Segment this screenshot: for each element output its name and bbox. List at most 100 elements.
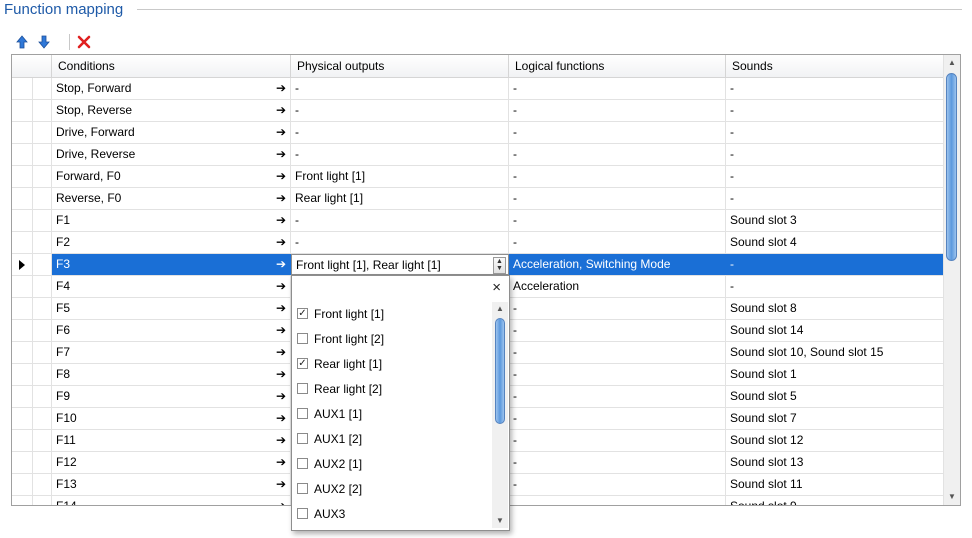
outputs-cell[interactable]: - bbox=[291, 100, 509, 121]
output-option[interactable]: AUX1 [2] bbox=[292, 427, 493, 452]
table-row[interactable]: F1 ➔ - - Sound slot 3 bbox=[12, 210, 946, 232]
dropdown-scroll-thumb[interactable] bbox=[495, 318, 505, 424]
scroll-down-arrow-icon[interactable]: ▼ bbox=[944, 489, 960, 505]
logical-functions-cell[interactable]: - bbox=[509, 166, 726, 187]
row-indicator[interactable] bbox=[12, 386, 33, 407]
dropdown-scroll-up-icon[interactable]: ▲ bbox=[492, 302, 508, 316]
logical-functions-cell[interactable]: - bbox=[509, 364, 726, 385]
sounds-cell[interactable]: Sound slot 1 bbox=[726, 364, 946, 385]
output-option[interactable]: Rear light [2] bbox=[292, 377, 493, 402]
header-sounds[interactable]: Sounds bbox=[726, 55, 946, 77]
outputs-cell[interactable]: Rear light [1] bbox=[291, 188, 509, 209]
outputs-combo-editor[interactable]: Front light [1], Rear light [1] ▲ ▼ bbox=[291, 254, 509, 275]
logical-functions-cell[interactable]: - bbox=[509, 430, 726, 451]
row-indicator[interactable] bbox=[12, 474, 33, 495]
sounds-cell[interactable]: - bbox=[726, 254, 946, 275]
outputs-cell[interactable]: - bbox=[291, 122, 509, 143]
delete-button[interactable] bbox=[75, 32, 93, 52]
table-row[interactable]: F2 ➔ - - Sound slot 4 bbox=[12, 232, 946, 254]
logical-functions-cell[interactable]: Acceleration bbox=[509, 276, 726, 297]
output-option[interactable]: ✓ Front light [1] bbox=[292, 302, 493, 327]
sounds-cell[interactable]: Sound slot 5 bbox=[726, 386, 946, 407]
scroll-up-arrow-icon[interactable]: ▲ bbox=[944, 55, 960, 71]
condition-cell[interactable]: F10 ➔ bbox=[52, 408, 291, 429]
logical-functions-cell[interactable]: - bbox=[509, 210, 726, 231]
condition-cell[interactable]: Drive, Reverse ➔ bbox=[52, 144, 291, 165]
logical-functions-cell[interactable]: - bbox=[509, 474, 726, 495]
sounds-cell[interactable]: - bbox=[726, 144, 946, 165]
table-row[interactable]: Drive, Reverse ➔ - - - bbox=[12, 144, 946, 166]
dropdown-scroll-down-icon[interactable]: ▼ bbox=[492, 514, 508, 528]
logical-functions-cell[interactable]: - bbox=[509, 188, 726, 209]
condition-cell[interactable]: F9 ➔ bbox=[52, 386, 291, 407]
logical-functions-cell[interactable]: - bbox=[509, 320, 726, 341]
row-indicator[interactable] bbox=[12, 320, 33, 341]
row-indicator[interactable] bbox=[12, 254, 33, 275]
output-option[interactable]: ✓ Rear light [1] bbox=[292, 352, 493, 377]
sounds-cell[interactable]: Sound slot 11 bbox=[726, 474, 946, 495]
option-checkbox[interactable] bbox=[297, 458, 308, 469]
condition-cell[interactable]: F13 ➔ bbox=[52, 474, 291, 495]
row-indicator[interactable] bbox=[12, 210, 33, 231]
table-row[interactable]: Stop, Forward ➔ - - - bbox=[12, 78, 946, 100]
condition-cell[interactable]: F7 ➔ bbox=[52, 342, 291, 363]
logical-functions-cell[interactable]: - bbox=[509, 144, 726, 165]
logical-functions-cell[interactable]: - bbox=[509, 232, 726, 253]
outputs-cell[interactable]: - bbox=[291, 232, 509, 253]
sounds-cell[interactable]: - bbox=[726, 188, 946, 209]
condition-cell[interactable]: F11 ➔ bbox=[52, 430, 291, 451]
output-option[interactable]: AUX2 [1] bbox=[292, 452, 493, 477]
dropdown-scrollbar[interactable]: ▲ ▼ bbox=[492, 302, 508, 528]
logical-functions-cell[interactable]: - bbox=[509, 496, 726, 505]
row-indicator[interactable] bbox=[12, 430, 33, 451]
move-down-button[interactable] bbox=[35, 32, 53, 52]
row-indicator[interactable] bbox=[12, 232, 33, 253]
sounds-cell[interactable]: Sound slot 10, Sound slot 15 bbox=[726, 342, 946, 363]
sounds-cell[interactable]: Sound slot 4 bbox=[726, 232, 946, 253]
row-indicator[interactable] bbox=[12, 122, 33, 143]
outputs-cell[interactable]: - bbox=[291, 144, 509, 165]
condition-cell[interactable]: F3 ➔ bbox=[52, 254, 291, 275]
sounds-cell[interactable]: Sound slot 13 bbox=[726, 452, 946, 473]
condition-cell[interactable]: F8 ➔ bbox=[52, 364, 291, 385]
sounds-cell[interactable]: Sound slot 9 bbox=[726, 496, 946, 505]
table-row[interactable]: Reverse, F0 ➔ Rear light [1] - - bbox=[12, 188, 946, 210]
table-row[interactable]: Drive, Forward ➔ - - - bbox=[12, 122, 946, 144]
sounds-cell[interactable]: Sound slot 7 bbox=[726, 408, 946, 429]
row-indicator[interactable] bbox=[12, 100, 33, 121]
logical-functions-cell[interactable]: - bbox=[509, 122, 726, 143]
logical-functions-cell[interactable]: - bbox=[509, 452, 726, 473]
condition-cell[interactable]: F1 ➔ bbox=[52, 210, 291, 231]
condition-cell[interactable]: Stop, Reverse ➔ bbox=[52, 100, 291, 121]
option-checkbox[interactable] bbox=[297, 508, 308, 519]
sounds-cell[interactable]: - bbox=[726, 122, 946, 143]
table-row[interactable]: F3 ➔ Front light [1], Rear light [1] ▲ ▼ Acce… bbox=[12, 254, 946, 276]
condition-cell[interactable]: Forward, F0 ➔ bbox=[52, 166, 291, 187]
condition-cell[interactable]: F14 ➔ bbox=[52, 496, 291, 505]
condition-cell[interactable]: Reverse, F0 ➔ bbox=[52, 188, 291, 209]
header-logical-functions[interactable]: Logical functions bbox=[509, 55, 726, 77]
output-option[interactable]: AUX1 [1] bbox=[292, 402, 493, 427]
row-indicator[interactable] bbox=[12, 408, 33, 429]
row-indicator[interactable] bbox=[12, 276, 33, 297]
logical-functions-cell[interactable]: - bbox=[509, 386, 726, 407]
sounds-cell[interactable]: - bbox=[726, 100, 946, 121]
sounds-cell[interactable]: Sound slot 14 bbox=[726, 320, 946, 341]
option-checkbox[interactable] bbox=[297, 383, 308, 394]
logical-functions-cell[interactable]: - bbox=[509, 78, 726, 99]
sounds-cell[interactable]: - bbox=[726, 78, 946, 99]
row-indicator[interactable] bbox=[12, 496, 33, 505]
logical-functions-cell[interactable]: - bbox=[509, 342, 726, 363]
dropdown-spin-icon[interactable]: ▲ ▼ bbox=[493, 257, 506, 274]
scroll-thumb[interactable] bbox=[946, 73, 957, 261]
output-option[interactable]: Front light [2] bbox=[292, 327, 493, 352]
table-row[interactable]: Forward, F0 ➔ Front light [1] - - bbox=[12, 166, 946, 188]
grid-vertical-scrollbar[interactable]: ▲ ▼ bbox=[943, 55, 960, 505]
outputs-cell[interactable]: Front light [1] bbox=[291, 166, 509, 187]
sounds-cell[interactable]: Sound slot 12 bbox=[726, 430, 946, 451]
row-indicator[interactable] bbox=[12, 298, 33, 319]
row-indicator[interactable] bbox=[12, 364, 33, 385]
condition-cell[interactable]: F2 ➔ bbox=[52, 232, 291, 253]
move-up-button[interactable] bbox=[13, 32, 31, 52]
sounds-cell[interactable]: Sound slot 8 bbox=[726, 298, 946, 319]
